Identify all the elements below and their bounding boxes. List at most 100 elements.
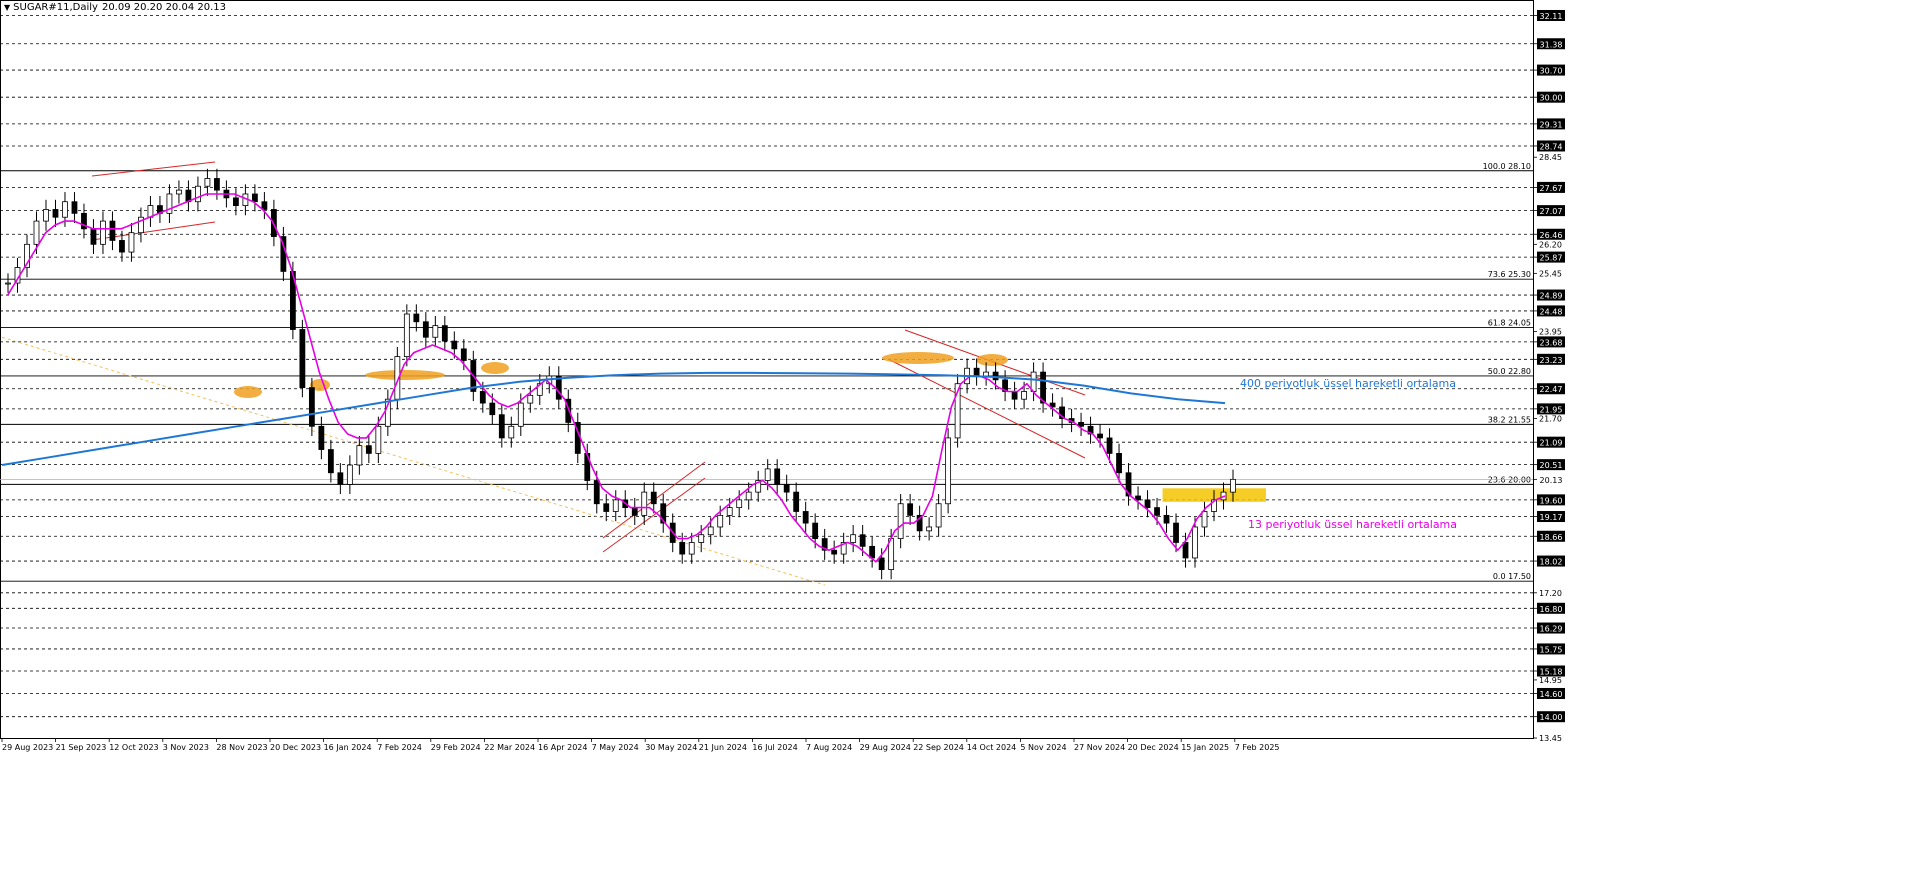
candle-body — [1021, 391, 1027, 400]
y-tick-label: 24.89 — [1540, 292, 1563, 301]
y-tick-label: 30.00 — [1540, 94, 1563, 103]
y-tick-label: 31.38 — [1540, 40, 1563, 49]
candle-body — [441, 325, 448, 342]
candle-body — [5, 282, 11, 285]
highlight-mark — [365, 370, 445, 380]
candle-body — [802, 511, 809, 524]
candle-body — [432, 325, 439, 338]
y-tick-label: 21.95 — [1540, 405, 1563, 414]
candle-body — [299, 329, 306, 388]
candle-body — [375, 425, 382, 454]
x-tick-label: 20 Dec 2023 — [270, 743, 321, 752]
collapse-triangle-icon[interactable]: ▼ — [4, 3, 10, 12]
candle-body — [1144, 499, 1151, 509]
candle-body — [337, 472, 344, 485]
x-tick-label: 28 Nov 2023 — [216, 743, 267, 752]
x-tick-label: 5 Nov 2024 — [1020, 743, 1066, 752]
candle-body — [973, 367, 980, 377]
candle-body — [413, 313, 420, 323]
x-tick-label: 29 Aug 2023 — [2, 743, 53, 752]
y-tick-label: 21.09 — [1540, 439, 1563, 448]
y-tick-label: 13.45 — [1539, 734, 1562, 743]
ohlc-values: 20.09 20.20 20.04 20.13 — [101, 2, 227, 13]
candle-body — [43, 209, 49, 222]
x-tick-label: 22 Mar 2024 — [484, 743, 535, 752]
highlight-mark — [234, 386, 262, 398]
candle-body — [850, 534, 857, 543]
candle-body — [698, 534, 705, 543]
y-tick-label: 23.23 — [1540, 356, 1563, 365]
candle-body — [356, 445, 363, 466]
y-tick-label: 14.95 — [1539, 676, 1562, 685]
candle-body — [1163, 514, 1170, 524]
candle-body — [109, 220, 116, 241]
candle-body — [33, 220, 40, 245]
candle-body — [1097, 433, 1103, 439]
candle-body — [489, 402, 496, 416]
candle-body — [251, 193, 258, 203]
candle-body — [812, 522, 819, 539]
y-tick-label: 16.80 — [1540, 605, 1563, 614]
candle-body — [498, 414, 505, 439]
x-tick-label: 30 May 2024 — [645, 743, 697, 752]
candle-body — [688, 542, 695, 555]
candle-body — [783, 483, 790, 493]
y-tick-label: 26.20 — [1539, 240, 1562, 249]
candle-body — [631, 507, 638, 516]
y-tick-label: 16.29 — [1540, 625, 1563, 634]
candle-body — [745, 491, 752, 501]
ma-annotation: 13 periyotluk üssel hareketli ortalama — [1248, 518, 1457, 531]
candle-body — [71, 201, 78, 214]
candle-body — [983, 371, 990, 377]
y-tick-label: 29.31 — [1540, 120, 1563, 129]
candle-body — [1192, 526, 1198, 559]
x-tick-label: 14 Oct 2024 — [967, 743, 1016, 752]
y-tick-label: 28.45 — [1539, 153, 1562, 162]
candle-body — [346, 464, 353, 485]
candle-body — [907, 503, 914, 516]
y-tick-label: 14.00 — [1540, 713, 1563, 722]
y-tick-label: 20.51 — [1540, 461, 1563, 470]
price-chart[interactable]: 100.0 28.10 73.6 25.30 61.8 24.05 50.0 22.8… — [0, 0, 1916, 888]
candle-body — [1154, 507, 1160, 516]
candle-body — [1011, 391, 1018, 400]
y-tick-label: 19.60 — [1540, 496, 1563, 505]
candle-body — [717, 514, 724, 528]
candle-body — [214, 178, 220, 191]
candle-body — [318, 425, 325, 450]
candle-body — [176, 189, 182, 195]
y-tick-label: 27.67 — [1540, 184, 1563, 193]
candle-body — [460, 348, 467, 361]
x-tick-label: 7 May 2024 — [592, 743, 639, 752]
candle-body — [650, 491, 657, 505]
x-tick-label: 27 Nov 2024 — [1074, 743, 1125, 752]
highlight-mark — [976, 354, 1008, 366]
y-tick-label: 23.95 — [1539, 327, 1562, 336]
y-tick-label: 14.60 — [1540, 690, 1563, 699]
candle-body — [1230, 478, 1236, 493]
highlight-mark — [481, 362, 509, 374]
candle-body — [1116, 453, 1122, 474]
candle-body — [517, 402, 524, 427]
candle-body — [90, 228, 97, 245]
y-tick-label: 30.70 — [1540, 67, 1563, 76]
x-tick-label: 29 Feb 2024 — [431, 743, 481, 752]
candle-body — [764, 468, 771, 481]
candle-body — [1106, 437, 1113, 454]
x-tick-label: 22 Sep 2024 — [913, 743, 964, 752]
x-tick-label: 21 Jun 2024 — [699, 743, 747, 752]
candle-body — [119, 240, 125, 253]
x-tick-label: 29 Aug 2024 — [860, 743, 911, 752]
candle-body — [603, 503, 610, 512]
x-tick-label: 20 Dec 2024 — [1128, 743, 1179, 752]
candle-body — [1201, 511, 1208, 528]
fibonacci-label: 23.6 20.00 — [1488, 475, 1531, 484]
x-tick-label: 7 Feb 2025 — [1235, 743, 1280, 752]
fibonacci-label: 0.0 17.50 — [1493, 572, 1531, 581]
y-tick-label: 18.02 — [1540, 558, 1563, 567]
x-tick-label: 16 Jul 2024 — [752, 743, 797, 752]
candle-body — [479, 391, 486, 404]
candle-body — [831, 549, 838, 555]
candle-body — [422, 321, 429, 338]
candle-body — [527, 394, 534, 404]
